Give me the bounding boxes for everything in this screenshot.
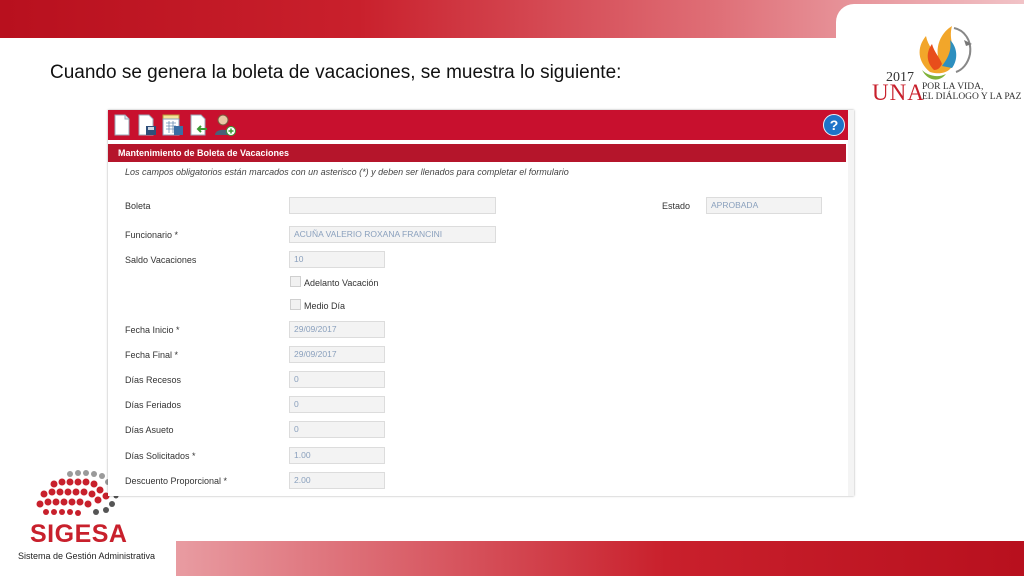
calendar-report-icon[interactable] bbox=[162, 114, 184, 136]
panel-title: Mantenimiento de Boleta de Vacaciones bbox=[108, 144, 846, 162]
funcionario-label: Funcionario * bbox=[125, 230, 179, 240]
dias-solicitados-label: Días Solicitados * bbox=[125, 451, 196, 461]
app-window: ? Mantenimiento de Boleta de Vacaciones … bbox=[108, 110, 854, 496]
descuento-proporcional-label: Descuento Proporcional * bbox=[125, 476, 228, 486]
una-motto-line1: POR LA VIDA, bbox=[922, 82, 984, 92]
dias-feriados-label: Días Feriados bbox=[125, 400, 182, 410]
saldo-vacaciones-field[interactable]: 10 bbox=[289, 251, 385, 268]
toolbar: ? bbox=[108, 110, 848, 140]
sigesa-wordmark: SIGESA bbox=[30, 520, 128, 548]
required-fields-notice: Los campos obligatorios están marcados c… bbox=[125, 167, 569, 177]
dias-solicitados-field[interactable]: 1.00 bbox=[289, 447, 385, 464]
boleta-field[interactable] bbox=[289, 197, 496, 214]
dias-recesos-field[interactable]: 0 bbox=[289, 371, 385, 388]
boleta-label: Boleta bbox=[125, 201, 151, 211]
adelanto-vacacion-label: Adelanto Vacación bbox=[304, 278, 379, 288]
new-document-icon[interactable] bbox=[112, 114, 132, 136]
dias-recesos-label: Días Recesos bbox=[125, 375, 182, 385]
una-motto-line2: EL DIÁLOGO Y LA PAZ bbox=[922, 92, 1022, 102]
scrollbar[interactable] bbox=[848, 110, 854, 496]
dias-feriados-field[interactable]: 0 bbox=[289, 396, 385, 413]
save-document-icon[interactable] bbox=[137, 114, 157, 136]
una-motto: POR LA VIDA, EL DIÁLOGO Y LA PAZ bbox=[922, 82, 1021, 102]
funcionario-field[interactable]: ACUÑA VALERIO ROXANA FRANCINI bbox=[289, 226, 496, 243]
saldo-vacaciones-label: Saldo Vacaciones bbox=[125, 255, 197, 265]
dias-asueto-label: Días Asueto bbox=[125, 425, 174, 435]
dias-asueto-field[interactable]: 0 bbox=[289, 421, 385, 438]
fecha-inicio-field[interactable]: 29/09/2017 bbox=[289, 321, 385, 338]
fecha-inicio-label: Fecha Inicio * bbox=[125, 325, 180, 335]
sigesa-subtitle: Sistema de Gestión Administrativa bbox=[18, 551, 156, 561]
estado-field[interactable]: APROBADA bbox=[706, 197, 822, 214]
document-back-icon[interactable] bbox=[188, 114, 208, 136]
fecha-final-field[interactable]: 29/09/2017 bbox=[289, 346, 385, 363]
una-wordmark: UNA bbox=[872, 80, 925, 105]
add-user-icon[interactable] bbox=[214, 114, 236, 136]
fecha-final-label: Fecha Final * bbox=[125, 350, 179, 360]
help-button[interactable]: ? bbox=[823, 114, 845, 136]
slide-title: Cuando se genera la boleta de vacaciones… bbox=[50, 62, 622, 83]
estado-label: Estado bbox=[662, 201, 691, 211]
adelanto-vacacion-checkbox[interactable] bbox=[290, 276, 301, 287]
medio-dia-checkbox[interactable] bbox=[290, 299, 301, 310]
descuento-proporcional-field[interactable]: 2.00 bbox=[289, 472, 385, 489]
medio-dia-label: Medio Día bbox=[304, 301, 346, 311]
